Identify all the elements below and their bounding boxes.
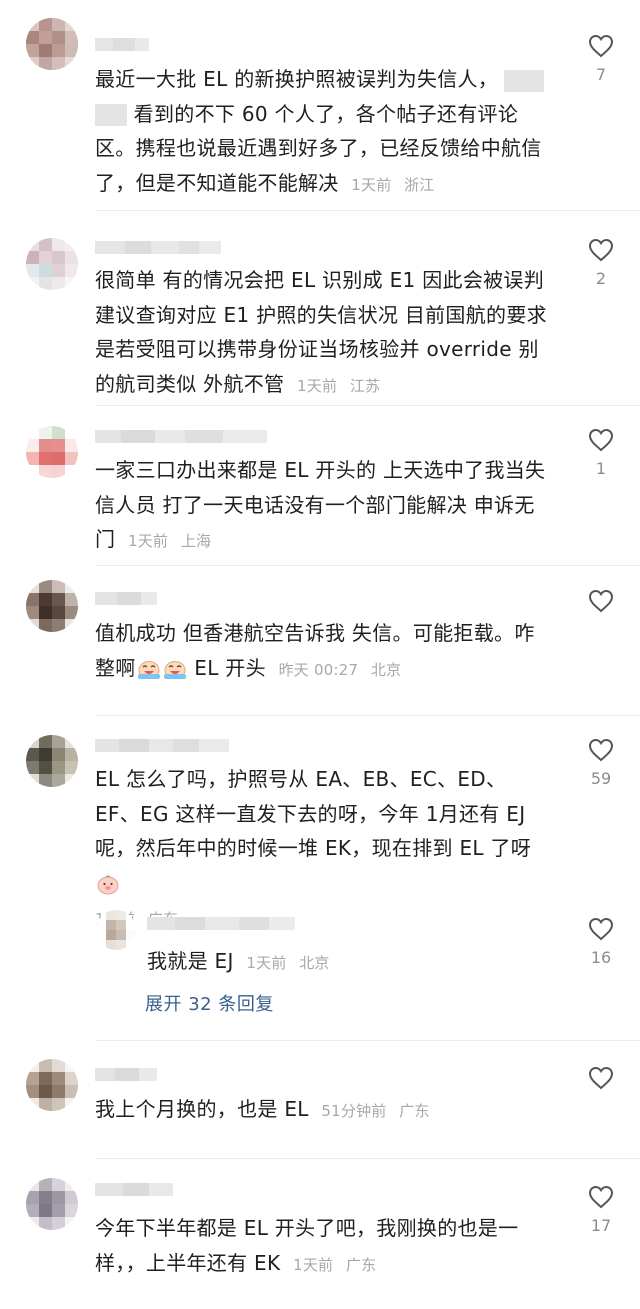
- comment-time: 51分钟前: [321, 1102, 387, 1120]
- redacted-block: [95, 104, 127, 126]
- like-count: 1: [595, 459, 607, 478]
- heart-outline-icon: [588, 1185, 614, 1209]
- username-blurred[interactable]: [95, 592, 157, 605]
- comment-text: 今年下半年都是 EL 开头了吧，我刚换的也是一样，，上半年还有 EK 1天前 广…: [95, 1211, 550, 1282]
- comment-time: 1天前: [297, 376, 338, 395]
- username-blurred[interactable]: [95, 38, 149, 51]
- divider: [95, 405, 640, 406]
- username-blurred[interactable]: [95, 1183, 173, 1196]
- comment-text-part: 我上个月换的，也是 EL: [95, 1097, 309, 1121]
- comment-location: 江苏: [349, 376, 381, 395]
- like-button[interactable]: [584, 1066, 618, 1097]
- comment-time: 1天前: [293, 1255, 334, 1274]
- comment-text: 很简单 有的情况会把 EL 识别成 E1 因此会被误判 建议查询对应 E1 护照…: [95, 263, 550, 403]
- like-count: 2: [595, 269, 607, 288]
- avatar[interactable]: [26, 580, 78, 632]
- username-blurred[interactable]: [95, 430, 267, 443]
- avatar[interactable]: [26, 1059, 78, 1111]
- heart-outline-icon: [588, 589, 614, 613]
- comment-time: 1天前: [351, 175, 392, 194]
- like-button[interactable]: 2: [584, 238, 618, 288]
- like-button[interactable]: 59: [584, 738, 618, 788]
- comment-location: 广东: [399, 1102, 430, 1120]
- divider: [95, 715, 640, 716]
- comment-time: 1天前: [127, 532, 169, 550]
- heart-outline-icon: [588, 34, 614, 58]
- comment-location: 北京: [370, 660, 402, 679]
- divider: [95, 210, 640, 211]
- username-blurred[interactable]: [95, 241, 221, 254]
- expand-replies-link[interactable]: 展开 32 条回复: [145, 990, 274, 1016]
- comment-text: 最近一大批 EL 的新换护照被误判为失信人， 看到的不下 60 个人了，各个帖子…: [95, 62, 550, 202]
- divider: [95, 565, 640, 566]
- pig-face-emoji: [97, 875, 119, 895]
- redacted-block: [504, 69, 545, 92]
- comment-text-part: 看到的不下 60 个人了，各个帖子还有评论区。携程也说最近遇到好多了，已经反馈给…: [95, 101, 542, 195]
- reply-location: 北京: [299, 954, 330, 972]
- avatar[interactable]: [26, 735, 78, 787]
- heart-outline-icon: [588, 238, 614, 262]
- comment-text-part: 最近一大批 EL 的新换护照被误判为失信人，: [95, 67, 499, 91]
- like-button[interactable]: 17: [584, 1185, 618, 1235]
- avatar[interactable]: [26, 18, 78, 70]
- reply-text-part: 我就是 EJ: [147, 949, 234, 973]
- comment-text: 一家三口办出来都是 EL 开头的 上天选中了我当失信人员 打了一天电话没有一个部…: [95, 453, 550, 559]
- heart-outline-icon: [588, 428, 614, 452]
- like-count: 17: [590, 1216, 612, 1235]
- username-blurred[interactable]: [147, 917, 295, 930]
- avatar[interactable]: [26, 238, 78, 290]
- divider: [95, 1158, 640, 1159]
- heart-outline-icon: [588, 1066, 614, 1090]
- heart-outline-icon: [588, 738, 614, 762]
- like-count: 59: [590, 769, 612, 788]
- avatar[interactable]: [96, 910, 136, 950]
- reply-time: 1天前: [246, 954, 287, 972]
- divider: [95, 1040, 640, 1041]
- heart-outline-icon: [588, 917, 614, 941]
- avatar[interactable]: [26, 1178, 78, 1230]
- comment-location: 广东: [345, 1255, 377, 1274]
- comment-time: 昨天 00:27: [278, 660, 359, 679]
- username-blurred[interactable]: [95, 1068, 157, 1081]
- like-button[interactable]: 1: [584, 428, 618, 478]
- like-count: 7: [595, 65, 607, 84]
- comment-text-part: EL 怎么了吗，护照号从 EA、EB、EC、ED、EF、EG 这样一直发下去的呀…: [95, 767, 532, 860]
- comment-location: 浙江: [404, 175, 435, 194]
- like-button[interactable]: 16: [584, 917, 618, 967]
- like-button[interactable]: [584, 589, 618, 620]
- username-blurred[interactable]: [95, 739, 229, 752]
- laugh-cry-emoji: [163, 661, 186, 679]
- reply-text: 我就是 EJ 1天前 北京: [147, 944, 567, 981]
- like-count: 16: [590, 948, 612, 967]
- comment-text-part: EL 开头: [187, 655, 266, 680]
- comment-text: 我上个月换的，也是 EL 51分钟前 广东: [95, 1092, 550, 1129]
- comment-text: 值机成功 但香港航空告诉我 失信。可能拒载。咋整啊 EL 开头 昨天 00:27…: [95, 616, 550, 687]
- avatar[interactable]: [26, 426, 78, 478]
- laugh-cry-emoji: [137, 661, 160, 679]
- comment-location: 上海: [180, 532, 212, 550]
- comment-text: EL 怎么了吗，护照号从 EA、EB、EC、ED、EF、EG 这样一直发下去的呀…: [95, 762, 550, 937]
- like-button[interactable]: 7: [584, 34, 618, 84]
